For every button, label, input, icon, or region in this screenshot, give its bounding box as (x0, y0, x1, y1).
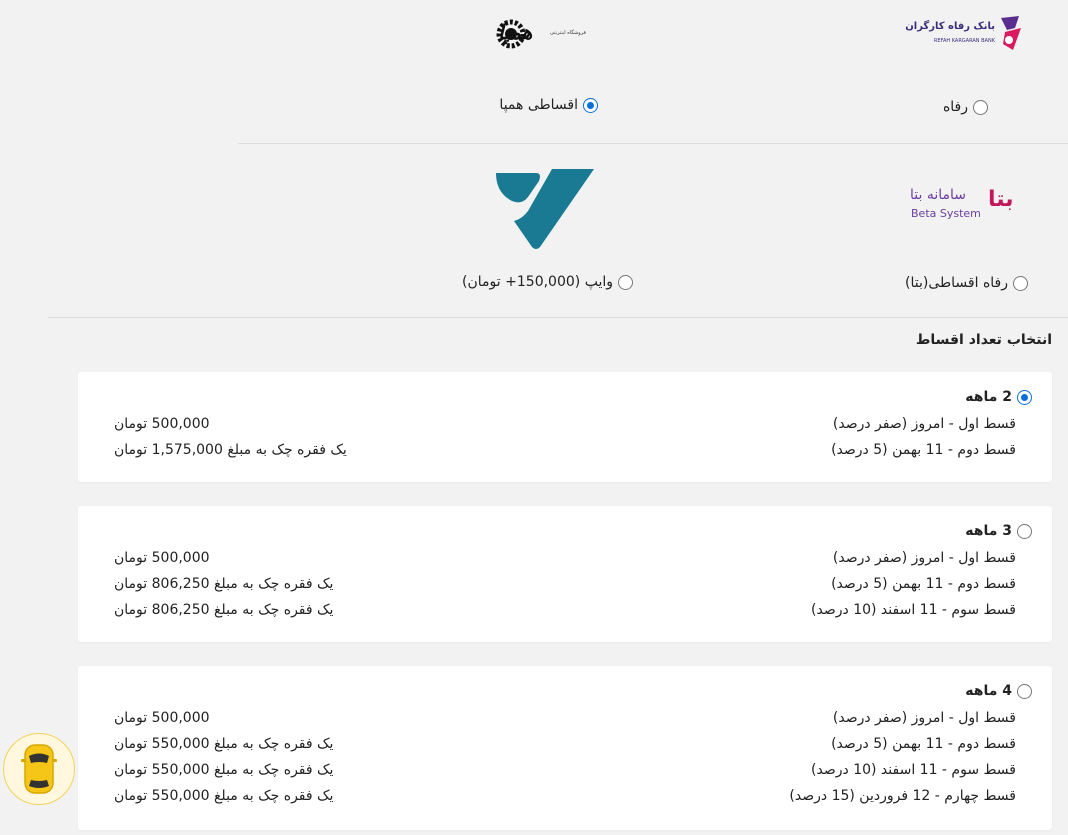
option-hampa[interactable]: اقساطی همپا (499, 97, 598, 113)
installment-label: قسط اول - امروز (صفر درصد) (832, 710, 1016, 726)
installment-amount: یک فقره چک به مبلغ 550,000 تومان (114, 762, 334, 778)
installment-label: قسط اول - امروز (صفر درصد) (832, 416, 1016, 432)
floating-car-button[interactable] (3, 733, 75, 805)
installment-amount: یک فقره چک به مبلغ 806,250 تومان (114, 602, 334, 618)
installment-amount: 500,000 تومان (114, 416, 210, 432)
hampa-logo-sub: فروشگاه اینترنتی (550, 30, 586, 36)
option-wipe[interactable]: وایپ (150,000+ تومان) (462, 274, 633, 290)
installment-row: قسط دوم - 11 بهمن (5 درصد) یک فقره چک به… (78, 736, 1052, 762)
installment-row: قسط سوم - 11 اسفند (10 درصد) یک فقره چک … (78, 602, 1052, 628)
refah-logo-en: REFAH KARGARAN BANK (933, 38, 995, 44)
installment-amount: یک فقره چک به مبلغ 1,575,000 تومان (114, 442, 347, 458)
installment-label: قسط اول - امروز (صفر درصد) (832, 550, 1016, 566)
beta-logo-en: Beta System (911, 207, 981, 220)
car-icon (21, 744, 57, 794)
option-wipe-label: وایپ (150,000+ تومان) (462, 274, 613, 290)
option-refah-beta[interactable]: رفاه اقساطی(بتا) (905, 275, 1028, 291)
plan-name: 4 ماهه (965, 683, 1012, 699)
plan-header[interactable]: 3 ماهه (965, 523, 1032, 539)
hampa-logo-brand: همپا (498, 20, 533, 44)
installment-row: قسط اول - امروز (صفر درصد) 500,000 تومان (78, 550, 1052, 576)
option-refah-beta-label: رفاه اقساطی(بتا) (905, 275, 1008, 291)
installment-amount: یک فقره چک به مبلغ 550,000 تومان (114, 788, 334, 804)
radio-refah[interactable] (973, 99, 988, 115)
plan-name: 2 ماهه (965, 389, 1012, 405)
installment-label: قسط دوم - 11 بهمن (5 درصد) (831, 736, 1016, 752)
beta-logo-mark: بتا (988, 187, 1014, 212)
installment-label: قسط دوم - 11 بهمن (5 درصد) (831, 442, 1016, 458)
installment-row: قسط دوم - 11 بهمن (5 درصد) یک فقره چک به… (78, 576, 1052, 602)
option-refah-label: رفاه (942, 99, 968, 115)
refah-logo-fa: بانک رفاه کارگران (905, 21, 995, 32)
installments-title: انتخاب تعداد اقساط (915, 332, 1052, 348)
option-hampa-label: اقساطی همپا (499, 97, 578, 113)
option-refah[interactable]: رفاه (943, 99, 988, 115)
plan-card-3-month[interactable]: 3 ماهه قسط اول - امروز (صفر درصد) 500,00… (78, 506, 1052, 642)
beta-logo-fa: سامانه بتا (910, 187, 966, 203)
installment-label: قسط سوم - 11 اسفند (10 درصد) (811, 602, 1016, 618)
installment-amount: 500,000 تومان (114, 550, 210, 566)
installment-amount: 500,000 تومان (114, 710, 210, 726)
hampa-logo: همپا فروشگاه اینترنتی (494, 18, 598, 50)
radio-plan-3-month[interactable] (1017, 523, 1032, 539)
plan-header[interactable]: 4 ماهه (965, 683, 1032, 699)
installment-row: قسط اول - امروز (صفر درصد) 500,000 تومان (78, 710, 1052, 736)
divider-middle (48, 317, 1068, 318)
installment-label: قسط دوم - 11 بهمن (5 درصد) (831, 576, 1016, 592)
installment-amount: یک فقره چک به مبلغ 550,000 تومان (114, 736, 334, 752)
radio-wipe[interactable] (618, 274, 633, 290)
installment-row: قسط چهارم - 12 فروردین (15 درصد) یک فقره… (78, 788, 1052, 814)
installment-row: قسط سوم - 11 اسفند (10 درصد) یک فقره چک … (78, 762, 1052, 788)
radio-plan-4-month[interactable] (1017, 683, 1032, 699)
radio-refah-beta[interactable] (1013, 275, 1028, 291)
installment-label: قسط سوم - 11 اسفند (10 درصد) (811, 762, 1016, 778)
installment-label: قسط چهارم - 12 فروردین (15 درصد) (789, 788, 1016, 804)
divider-top (238, 143, 1068, 144)
plan-name: 3 ماهه (965, 523, 1012, 539)
installment-row: قسط اول - امروز (صفر درصد) 500,000 تومان (78, 416, 1052, 442)
plan-header[interactable]: 2 ماهه (965, 389, 1032, 405)
refah-bank-logo: بانک رفاه کارگران REFAH KARGARAN BANK (905, 14, 1025, 54)
radio-hampa[interactable] (583, 97, 598, 113)
plan-card-4-month[interactable]: 4 ماهه قسط اول - امروز (صفر درصد) 500,00… (78, 666, 1052, 830)
wipe-logo (492, 167, 596, 251)
plan-card-2-month[interactable]: 2 ماهه قسط اول - امروز (صفر درصد) 500,00… (78, 372, 1052, 482)
installment-amount: یک فقره چک به مبلغ 806,250 تومان (114, 576, 334, 592)
beta-system-logo: سامانه بتا Beta System بتا (908, 185, 1020, 229)
installment-row: قسط دوم - 11 بهمن (5 درصد) یک فقره چک به… (78, 442, 1052, 468)
radio-plan-2-month[interactable] (1017, 389, 1032, 405)
